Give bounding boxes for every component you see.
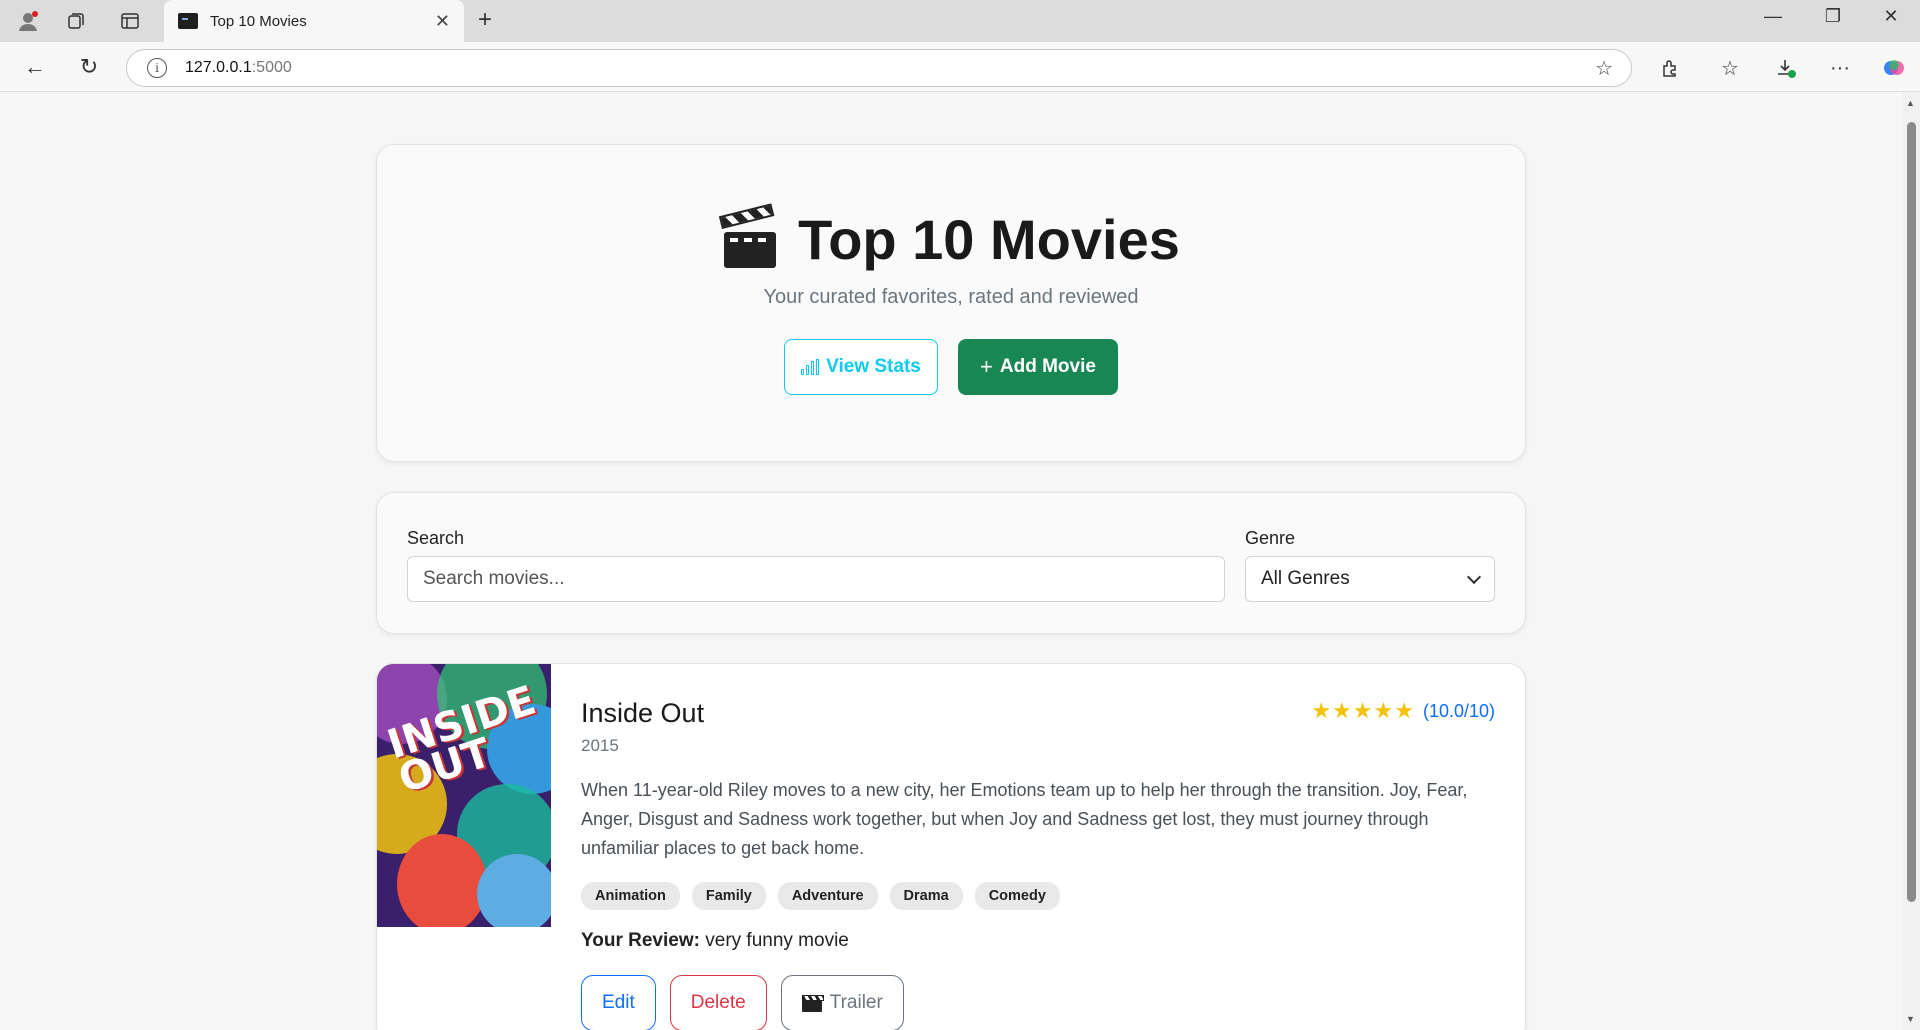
movie-actions: Edit Delete Trailer (581, 975, 904, 1030)
genre-tag: Drama (889, 882, 963, 910)
review-label: Your Review: (581, 930, 700, 951)
add-movie-button[interactable]: + Add Movie (958, 339, 1118, 395)
hero-actions: View Stats + Add Movie (377, 339, 1525, 395)
site-info-icon[interactable]: i (147, 58, 167, 78)
page-scrollbar[interactable]: ▲ ▼ (1902, 92, 1920, 1030)
view-stats-button[interactable]: View Stats (784, 339, 938, 395)
trailer-button[interactable]: Trailer (780, 975, 904, 1030)
extensions-icon[interactable] (1656, 55, 1684, 81)
tab-close-icon[interactable]: ✕ (435, 11, 450, 32)
movie-poster: INSIDE OUT (377, 664, 551, 927)
browser-nav-bar: ← ↻ i 127.0.0.1:5000 ☆ ☆ ··· (0, 42, 1920, 92)
restore-icon[interactable]: ❐ (1808, 6, 1858, 27)
clapperboard-icon (801, 994, 824, 1012)
add-movie-label: Add Movie (999, 356, 1096, 377)
view-stats-label: View Stats (826, 356, 921, 377)
edit-button[interactable]: Edit (581, 975, 656, 1030)
bar-chart-icon (801, 359, 820, 375)
address-bar[interactable]: i 127.0.0.1:5000 ☆ (126, 49, 1632, 87)
favorite-star-icon[interactable]: ☆ (1595, 56, 1613, 81)
genre-label: Genre (1245, 528, 1296, 548)
scroll-down-icon[interactable]: ▼ (1906, 1014, 1915, 1024)
search-input[interactable] (407, 556, 1225, 602)
genre-tag: Family (691, 882, 766, 910)
copilot-icon[interactable] (1880, 55, 1908, 81)
tab-favicon-icon (178, 13, 198, 29)
reload-icon[interactable]: ↻ (74, 53, 104, 81)
scroll-up-icon[interactable]: ▲ (1906, 98, 1915, 108)
profile-icon[interactable] (14, 8, 42, 34)
window-close-icon[interactable]: ✕ (1866, 6, 1916, 27)
trailer-label: Trailer (829, 992, 883, 1013)
movie-card: INSIDE OUT Inside Out 2015 ★★★★★ (10.0/10… (376, 663, 1526, 1030)
genre-select[interactable]: All Genres (1245, 556, 1495, 602)
genre-tags: Animation Family Adventure Drama Comedy (581, 882, 1060, 910)
url-host: 127.0.0.1 (185, 59, 252, 76)
plus-icon: + (980, 354, 993, 379)
scrollbar-thumb[interactable] (1907, 122, 1916, 902)
rating-stars-icon: ★★★★★ (1311, 698, 1415, 723)
genre-tag: Comedy (974, 882, 1060, 910)
page-subtitle: Your curated favorites, rated and review… (763, 286, 1139, 308)
movie-rating: ★★★★★ (10.0/10) (1311, 698, 1495, 724)
chevron-down-icon (1466, 569, 1482, 584)
page-viewport: Top 10 Movies Your curated favorites, ra… (0, 92, 1920, 1030)
filter-card: Search Genre All Genres (376, 492, 1526, 634)
delete-button[interactable]: Delete (669, 975, 767, 1030)
clapperboard-icon (718, 202, 778, 268)
browser-tab-bar: Top 10 Movies ✕ + — ❐ ✕ (0, 0, 1920, 42)
movie-description: When 11-year-old Riley moves to a new ci… (581, 780, 1468, 858)
page-title-text: Top 10 Movies (798, 208, 1180, 271)
new-tab-icon[interactable]: + (478, 6, 492, 34)
url-port: :5000 (251, 59, 292, 76)
tab-title: Top 10 Movies (210, 12, 307, 30)
genre-tag: Adventure (777, 882, 878, 910)
movie-year: 2015 (581, 736, 619, 755)
page-title: Top 10 Movies (377, 202, 1525, 272)
movie-review: Your Review: very funny movie (581, 930, 849, 952)
review-text: very funny movie (705, 930, 849, 951)
genre-selected-value: All Genres (1261, 568, 1350, 589)
hero-card: Top 10 Movies Your curated favorites, ra… (376, 144, 1526, 462)
more-options-icon[interactable]: ··· (1826, 55, 1854, 81)
back-icon[interactable]: ← (20, 53, 50, 81)
favorites-icon[interactable]: ☆ (1716, 55, 1744, 81)
downloads-icon[interactable] (1772, 55, 1800, 81)
search-label: Search (407, 528, 465, 548)
browser-tab-active[interactable]: Top 10 Movies ✕ (164, 0, 464, 42)
collections-icon[interactable] (62, 8, 90, 34)
genre-tag: Animation (581, 882, 680, 910)
rating-score: (10.0/10) (1422, 700, 1495, 721)
minimize-icon[interactable]: — (1748, 6, 1798, 27)
vertical-tabs-icon[interactable] (116, 8, 144, 34)
movie-title: Inside Out (581, 698, 705, 728)
